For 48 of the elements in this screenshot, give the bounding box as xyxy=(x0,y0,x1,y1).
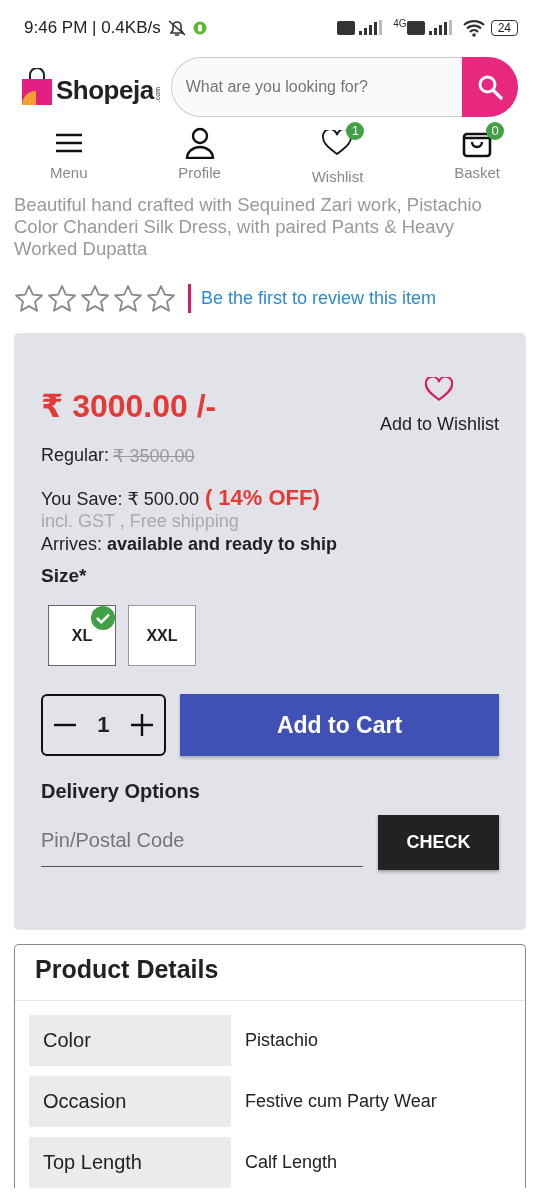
status-time: 9:46 PM | 0.4KB/s xyxy=(24,18,161,38)
search-button[interactable] xyxy=(462,57,518,117)
detail-label: Top Length xyxy=(29,1137,231,1188)
quantity-value: 1 xyxy=(97,712,110,738)
nav-item[interactable]: Menu xyxy=(50,126,88,194)
menu-icon xyxy=(54,132,83,154)
pin-code-field[interactable]: Pin/Postal Code xyxy=(41,818,363,867)
detail-label: Color xyxy=(29,1015,231,1066)
count-badge: 1 xyxy=(346,122,365,140)
bell-off-icon xyxy=(166,19,187,37)
size-option[interactable]: XXL xyxy=(128,605,196,666)
plus-icon[interactable] xyxy=(131,714,154,736)
regular-price: ₹ 3500.00 xyxy=(113,445,195,467)
product-title: Beautiful hand crafted with Sequined Zari work, Pistachio Color Chanderi Silk Dress, with paired Pants & Heavy Worked Dupatta xyxy=(14,194,483,260)
minus-icon[interactable] xyxy=(53,723,76,727)
size-option[interactable]: XL xyxy=(48,605,116,666)
size-label: Size* xyxy=(41,565,88,587)
detail-value: Calf Length xyxy=(244,1152,338,1173)
add-to-cart-button[interactable]: Add to Cart xyxy=(180,694,499,756)
price: ₹ 3000.00 /- xyxy=(41,387,217,425)
quantity-stepper[interactable]: 1 xyxy=(41,694,166,756)
search-icon xyxy=(477,74,503,100)
nav-item[interactable]: Profile xyxy=(178,126,221,194)
add-to-wishlist-button[interactable]: Add to Wishlist xyxy=(379,377,499,435)
tax-note: incl. GST , Free shipping xyxy=(41,511,240,532)
logo[interactable]: Shopeja xyxy=(56,75,154,106)
detail-value: Pistachio xyxy=(244,1030,319,1051)
check-icon xyxy=(91,606,115,630)
wifi-icon xyxy=(462,19,485,37)
check-button[interactable]: CHECK xyxy=(378,815,499,870)
detail-value: Festive cum Party Wear xyxy=(244,1091,437,1112)
count-badge: 0 xyxy=(486,122,505,140)
shopping-bag-icon xyxy=(20,68,54,106)
network-type: 4G xyxy=(393,18,407,29)
details-title: Product Details xyxy=(15,945,525,1001)
regular-label: Regular: xyxy=(41,445,110,467)
app-dot-icon xyxy=(192,21,207,35)
savings-text: You Save: ₹ 500.00 xyxy=(41,488,199,510)
heart-icon xyxy=(425,377,454,402)
battery-indicator: 24 xyxy=(490,20,518,36)
detail-label: Occasion xyxy=(29,1076,231,1127)
heart-icon xyxy=(322,130,353,156)
search-field[interactable]: What are you looking for? xyxy=(170,57,462,117)
delivery-title: Delivery Options xyxy=(41,780,201,803)
discount-text: ( 14% OFF) xyxy=(204,485,320,511)
person-icon xyxy=(184,127,215,159)
review-link[interactable]: Be the first to review this item xyxy=(201,288,437,309)
arrival-text: Arrives: available and ready to ship xyxy=(41,534,339,555)
